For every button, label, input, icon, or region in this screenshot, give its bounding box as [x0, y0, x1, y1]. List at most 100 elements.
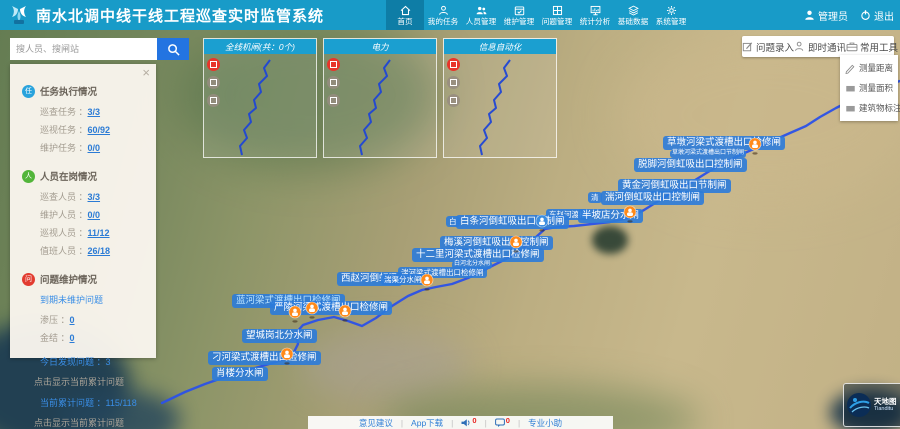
search-input[interactable]: [10, 38, 157, 60]
footer-speaker-badge[interactable]: 0: [461, 418, 476, 428]
layer-toggle-button[interactable]: [327, 76, 340, 89]
stat-value[interactable]: 3/3: [88, 107, 101, 117]
map-label[interactable]: 湍河倒虹吸出口控制闸: [601, 191, 704, 205]
section-icon: 人: [22, 170, 35, 183]
mini-panel-body: [324, 54, 436, 157]
layer-glyph: [210, 61, 217, 68]
nav-item-issue[interactable]: 问题管理: [538, 0, 576, 30]
person-marker[interactable]: [338, 304, 352, 327]
footer-chat-badge[interactable]: 0: [495, 418, 510, 428]
spacer: [22, 159, 156, 163]
layer-toggle-button[interactable]: [447, 76, 460, 89]
map-label[interactable]: 草墩河梁式渡槽出口检修闸: [663, 136, 785, 150]
maint-icon: [513, 4, 526, 17]
speaker-icon: [461, 418, 471, 428]
mini-panel-3: 信息自动化: [443, 38, 557, 158]
map-label[interactable]: 湍渠分水闸: [381, 274, 425, 285]
layer-glyph: [450, 61, 457, 68]
menu-item[interactable]: 测量距离: [840, 58, 898, 78]
current-user[interactable]: 管理员: [804, 8, 848, 23]
layer-glyph: [330, 61, 337, 68]
nav-item-gear[interactable]: 系统管理: [652, 0, 690, 30]
nav-item-people[interactable]: 人员管理: [462, 0, 500, 30]
stat-value[interactable]: 26/18: [88, 246, 111, 256]
stat-row: 巡视任务 ：60/92: [40, 123, 156, 136]
footer-link[interactable]: App下载: [411, 417, 443, 429]
toolbar-toolbox-button[interactable]: 常用工具: [846, 40, 900, 54]
layer-toggle-button[interactable]: [207, 94, 220, 107]
stat-row: 值班人员 ：26/18: [40, 244, 156, 257]
layer-toggle-button[interactable]: [327, 94, 340, 107]
layer-toggle-button[interactable]: [447, 94, 460, 107]
person-marker[interactable]: [280, 347, 294, 370]
stat-value[interactable]: 11/12: [88, 228, 110, 238]
stat-value[interactable]: 3/3: [88, 192, 101, 202]
map-label[interactable]: 肖楼分水闸: [212, 367, 268, 381]
person-marker[interactable]: [305, 301, 319, 324]
mini-panel-buttons: [207, 58, 220, 112]
badge-count: 0: [472, 416, 476, 425]
footer-link[interactable]: 专业小助: [528, 417, 562, 429]
map-label[interactable]: 脱脚河倒虹吸出口控制闸: [634, 158, 747, 172]
person-marker[interactable]: [623, 205, 637, 228]
nav-item-home[interactable]: 首页: [386, 0, 424, 30]
stat-value[interactable]: 0: [70, 333, 75, 343]
search-icon: [167, 43, 180, 56]
tianditu-logo[interactable]: 天地图 Tianditu: [843, 383, 900, 427]
map-label[interactable]: 望城岗北分水闸: [242, 329, 317, 343]
panel-note: 点击显示当前累计问题: [34, 375, 156, 388]
search-button[interactable]: [157, 38, 189, 60]
panel-link[interactable]: 今日发现问题 ：3: [40, 355, 156, 368]
map-label[interactable]: 白条河倒虹吸出口控制闸: [456, 215, 569, 229]
section-icon: 问: [22, 273, 35, 286]
stat-value[interactable]: 0/0: [88, 143, 101, 153]
stat-value[interactable]: 0/0: [88, 210, 101, 220]
toolbar-person-button[interactable]: 即时通讯: [794, 40, 846, 54]
menu-item[interactable]: 测量面积: [840, 78, 898, 98]
footer-link[interactable]: 意见建议: [359, 417, 393, 429]
person-marker-icon: [305, 301, 319, 319]
toolbar-label: 问题录入: [756, 40, 794, 54]
spacer: [22, 262, 156, 266]
logout-label: 退出: [874, 8, 894, 23]
person-marker[interactable]: [509, 235, 523, 258]
nav-item-task[interactable]: 我的任务: [424, 0, 462, 30]
person-marker[interactable]: [420, 273, 434, 296]
panel-link[interactable]: 当前累计问题 ：115/118: [40, 396, 156, 409]
person-marker-icon: [535, 214, 549, 232]
gear-icon: [665, 4, 678, 17]
status-panel: × 任任务执行情况巡查任务 ：3/3巡视任务 ：60/92维护任务 ：0/0人人…: [10, 64, 156, 358]
close-icon[interactable]: ×: [142, 66, 150, 80]
person-marker[interactable]: [288, 305, 302, 328]
footer-separator: |: [485, 418, 487, 428]
person-marker[interactable]: [748, 137, 762, 160]
nav-item-maint[interactable]: 维护管理: [500, 0, 538, 30]
stat-label: 巡视任务 ：: [40, 125, 88, 135]
map-label[interactable]: 清: [588, 192, 602, 203]
map-label[interactable]: 刁河梁式渡槽出口检修闸: [208, 351, 321, 365]
footer-separator: |: [518, 418, 520, 428]
nav-item-layers[interactable]: 基础数据: [614, 0, 652, 30]
nav-item-stats[interactable]: 统计分析: [576, 0, 614, 30]
layer-toggle-button[interactable]: [207, 76, 220, 89]
person-marker-icon: [280, 347, 294, 365]
person-marker[interactable]: [535, 214, 549, 237]
section-header: 人人员在岗情况: [22, 169, 156, 183]
spacer: [22, 349, 156, 353]
pencil-icon: [845, 63, 856, 74]
stat-value[interactable]: 0: [70, 315, 75, 325]
section-title: 问题维护情况: [40, 272, 97, 286]
toolbar-edit-button[interactable]: 问题录入: [742, 40, 794, 54]
panel-link[interactable]: 到期未维护问题: [40, 293, 156, 306]
map-toolbar: 问题录入即时通讯常用工具: [742, 36, 894, 57]
alert-layer-button[interactable]: [327, 58, 340, 71]
alert-layer-button[interactable]: [207, 58, 220, 71]
alert-layer-button[interactable]: [447, 58, 460, 71]
map-label[interactable]: 草墩河梁式渡槽出口节制闸: [670, 150, 746, 158]
menu-item[interactable]: 建筑物标注: [840, 98, 898, 118]
mini-panel-title: 全线机闸(共：0个): [204, 39, 316, 54]
stat-row: 金结 ：0: [40, 331, 156, 344]
logout-button[interactable]: 退出: [860, 8, 894, 23]
mini-river-line: [324, 54, 436, 157]
stat-value[interactable]: 60/92: [88, 125, 111, 135]
